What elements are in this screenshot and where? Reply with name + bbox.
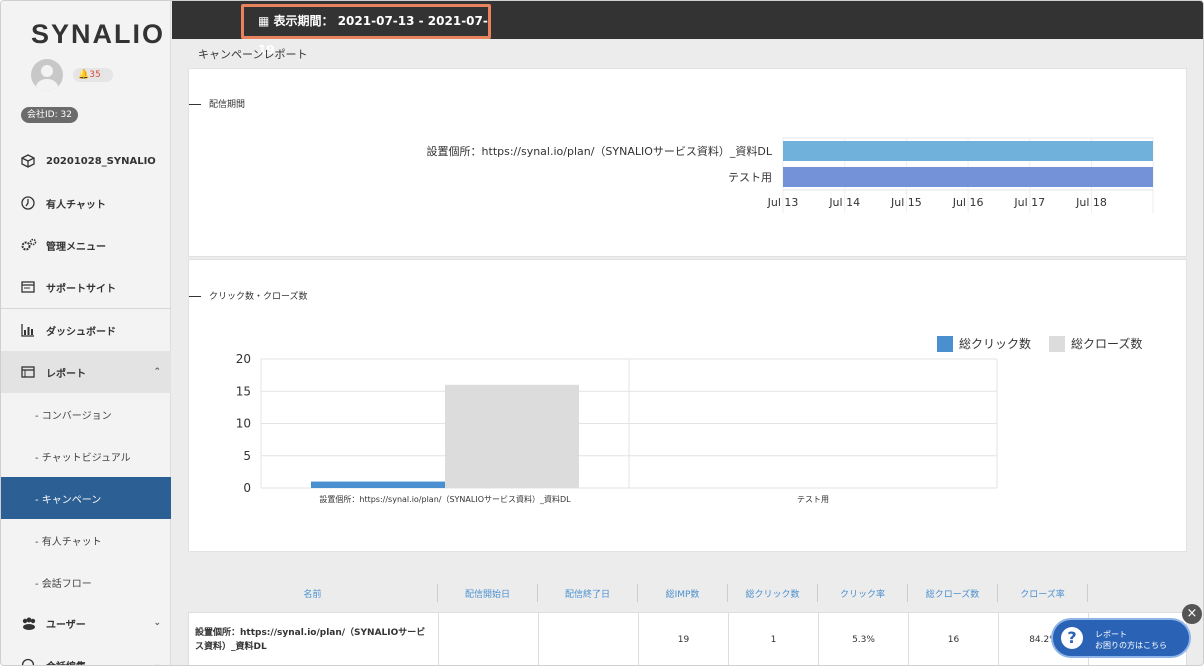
notification-badge[interactable]: 🔔35 (73, 68, 113, 82)
logo: SYNALIO (31, 19, 166, 49)
sidebar-item-conversation-edit[interactable]: 会話編集 ⌄ (1, 644, 171, 666)
app-window: SYNALIO 🔔35 会社ID: 32 20201028_SYNALIO 有人… (0, 0, 1204, 666)
company-id-badge: 会社ID: 32 (21, 107, 78, 123)
gantt-tick-label: Jul 18 (1075, 196, 1107, 209)
sidebar: SYNALIO 🔔35 会社ID: 32 20201028_SYNALIO 有人… (1, 1, 171, 666)
gantt-tick-label: Jul 14 (828, 196, 860, 209)
chevron-down-icon: ⌄ (153, 660, 161, 666)
sidebar-item-label: ユーザー (46, 619, 86, 631)
sidebar-item-label: - 有人チャット (35, 536, 102, 548)
column-header-click-rate[interactable]: クリック率 (818, 584, 908, 602)
sidebar-item-manned-chat[interactable]: 有人チャット (1, 182, 171, 224)
notification-count: 35 (89, 70, 101, 80)
table-cell-closes: 16 (909, 613, 999, 665)
y-tick-label: 5 (243, 449, 251, 463)
report-icon (21, 365, 35, 379)
edit-icon (21, 658, 35, 665)
window-icon (21, 280, 35, 294)
column-header-closes[interactable]: 総クローズ数 (908, 584, 998, 602)
legend-swatch (1049, 336, 1065, 352)
sidebar-item-label: 20201028_SYNALIO (46, 155, 156, 167)
column-header-start-date[interactable]: 配信開始日 (438, 584, 538, 602)
gantt-tick-label: Jul 13 (767, 196, 799, 209)
help-label-1: レポート (1095, 630, 1127, 639)
sidebar-item-dashboard[interactable]: ダッシュボード (1, 309, 171, 351)
table-cell-end-date (539, 613, 639, 665)
clicks-closes-chart: 0 5 10 15 20 設置個所：https://synal.io/plan/（SYNA… (236, 336, 1142, 504)
sidebar-subitem-conversation-flow[interactable]: - 会話フロー (1, 561, 171, 603)
sidebar-item-label: レポート (46, 368, 86, 380)
sidebar-item-label: - キャンペーン (35, 494, 102, 506)
table-cell-name: 設置個所：https://synal.io/plan/（SYNALIOサービス資… (189, 613, 439, 665)
column-header-close-rate[interactable]: クローズ率 (998, 584, 1088, 602)
sidebar-item-admin-menu[interactable]: 管理メニュー (1, 224, 171, 266)
y-tick-label: 0 (243, 481, 251, 495)
chevron-down-icon: ⌄ (153, 618, 161, 628)
help-label-2: お困りの方はこちら (1095, 641, 1167, 650)
delivery-gantt-chart: 設置個所：https://synal.io/plan/（SYNALIOサービス資… (427, 137, 1154, 213)
legend-label[interactable]: 総クリック数 (959, 336, 1031, 351)
sidebar-item-report[interactable]: レポート ⌃ (1, 351, 171, 393)
column-header-name[interactable]: 名前 (188, 584, 438, 602)
bar-closes[interactable] (445, 384, 579, 488)
sidebar-subitem-manned-chat[interactable]: - 有人チャット (1, 519, 171, 561)
bar-clicks[interactable] (311, 481, 445, 488)
y-tick-label: 15 (236, 384, 251, 398)
table-cell-start-date (439, 613, 539, 665)
gantt-tick-label: Jul 15 (890, 196, 922, 209)
date-range-selector[interactable]: ▦ 表示期間： 2021-07-13 - 2021-07-19 (241, 4, 491, 57)
column-header-clicks[interactable]: 総クリック数 (728, 584, 818, 602)
campaign-table-header: 名前 配信開始日 配信終了日 総IMP数 総クリック数 クリック率 総クローズ数… (188, 582, 1187, 604)
sidebar-subitem-chat-visual[interactable]: - チャットビジュアル (1, 435, 171, 477)
cube-icon (21, 154, 35, 168)
delivery-row-label: 設置個所：https://synal.io/plan/（SYNALIOサービス資… (427, 144, 773, 158)
chat-icon (21, 196, 35, 210)
x-tick-label: テスト用 (797, 495, 829, 504)
legend-swatch (937, 336, 953, 352)
sidebar-item-label: サポートサイト (46, 283, 116, 295)
sidebar-item-support-site[interactable]: サポートサイト (1, 266, 171, 308)
y-tick-label: 20 (236, 352, 251, 366)
bar-chart-icon (21, 323, 35, 337)
sidebar-subitem-conversion[interactable]: - コンバージョン (1, 393, 171, 435)
sidebar-item-users[interactable]: ユーザー ⌄ (1, 602, 171, 644)
question-icon: ? (1061, 627, 1083, 649)
table-cell-clicks: 1 (729, 613, 819, 665)
close-icon[interactable]: × (1182, 604, 1202, 624)
y-tick-label: 10 (236, 417, 251, 431)
chevron-up-icon: ⌃ (153, 367, 161, 377)
sidebar-item-label: 有人チャット (46, 199, 106, 211)
table-cell-imp: 19 (639, 613, 729, 665)
table-row[interactable]: 設置個所：https://synal.io/plan/（SYNALIOサービス資… (188, 612, 1187, 665)
sidebar-item-label: - コンバージョン (35, 410, 112, 422)
sidebar-item-label: 管理メニュー (46, 241, 106, 253)
column-header-end-date[interactable]: 配信終了日 (538, 584, 638, 602)
avatar[interactable] (31, 59, 63, 91)
delivery-bar-row-2[interactable] (783, 167, 1153, 187)
calendar-icon: ▦ (258, 14, 270, 28)
gantt-tick-label: Jul 16 (952, 196, 984, 209)
page-title: キャンペーンレポート (198, 48, 308, 61)
gear-icon (21, 238, 37, 252)
gantt-tick-label: Jul 17 (1013, 196, 1045, 209)
delivery-row-label: テスト用 (728, 171, 772, 184)
sidebar-item-label: ダッシュボード (46, 326, 116, 338)
legend-label[interactable]: 総クローズ数 (1071, 336, 1142, 351)
users-icon (21, 616, 36, 630)
help-button[interactable]: ? レポート お困りの方はこちら (1051, 618, 1191, 658)
column-header-imp[interactable]: 総IMP数 (638, 584, 728, 602)
sidebar-item-label: - チャットビジュアル (35, 452, 131, 464)
delivery-bar-row-1[interactable] (783, 141, 1153, 161)
sidebar-subitem-campaign[interactable]: - キャンペーン (1, 477, 171, 519)
sidebar-item-project[interactable]: 20201028_SYNALIO (1, 140, 171, 182)
sidebar-item-label: 会話編集 (46, 658, 86, 666)
sidebar-item-label: - 会話フロー (35, 578, 92, 590)
x-tick-label: 設置個所：https://synal.io/plan/（SYNALIOサービス資… (319, 494, 571, 504)
table-cell-click-rate: 5.3% (819, 613, 909, 665)
